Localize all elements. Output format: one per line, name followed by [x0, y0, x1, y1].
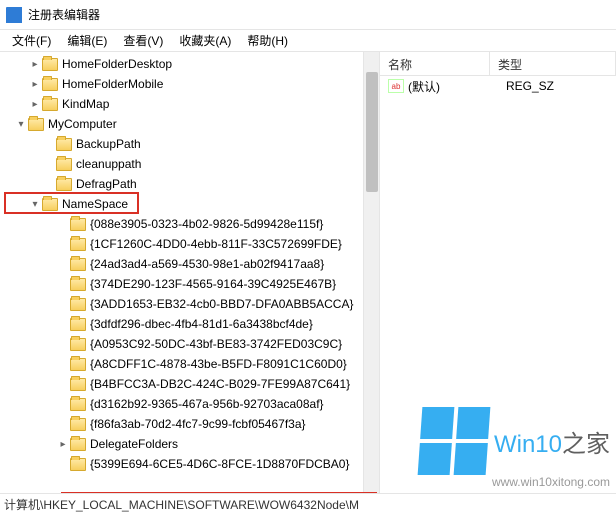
tree-node[interactable]: {374DE290-123F-4565-9164-39C4925E467B} — [0, 274, 379, 294]
watermark-text-big: Win10 — [494, 431, 562, 458]
menu-view[interactable]: 查看(V) — [115, 30, 171, 51]
folder-icon — [70, 418, 86, 431]
windows-logo-icon — [418, 407, 491, 475]
tree-panel[interactable]: ▸ HomeFolderDesktop ▸ HomeFolderMobile ▸ Kind… — [0, 52, 380, 493]
menubar: 文件(F) 编辑(E) 查看(V) 收藏夹(A) 帮助(H) — [0, 30, 616, 52]
tree-node[interactable]: {d3162b92-9365-467a-956b-92703aca08af} — [0, 394, 379, 414]
list-row[interactable]: ab (默认)REG_SZ — [380, 76, 616, 96]
folder-icon — [70, 298, 86, 311]
col-header-type[interactable]: 类型 — [490, 52, 616, 75]
tree-node-label: {24ad3ad4-a569-4530-98e1-ab02f9417aa8} — [90, 257, 324, 271]
tree-node[interactable]: ▸ KindMap — [0, 94, 379, 114]
tree-node[interactable]: {A8CDFF1C-4878-43be-B5FD-F8091C1C60D0} — [0, 354, 379, 374]
status-path: 计算机\HKEY_LOCAL_MACHINE\SOFTWARE\WOW6432N… — [4, 496, 359, 513]
tree-node[interactable]: {1CF1260C-4DD0-4ebb-811F-33C572699FDE} — [0, 234, 379, 254]
tree-node[interactable]: BackupPath — [0, 134, 379, 154]
folder-icon — [70, 458, 86, 471]
tree-node[interactable]: {f86fa3ab-70d2-4fc7-9c99-fcbf05467f3a} — [0, 414, 379, 434]
folder-icon — [42, 58, 58, 71]
tree-node[interactable]: {3ADD1653-EB32-4cb0-BBD7-DFA0ABB5ACCA} — [0, 294, 379, 314]
col-header-name[interactable]: 名称 — [380, 52, 490, 75]
tree-node-label: {d3162b92-9365-467a-956b-92703aca08af} — [90, 397, 324, 411]
menu-file[interactable]: 文件(F) — [4, 30, 59, 51]
tree-node[interactable]: ▾ NameSpace — [0, 194, 379, 214]
tree-node-label: KindMap — [62, 97, 109, 111]
tree-node-label: BackupPath — [76, 137, 141, 151]
tree-node-label: {5399E694-6CE5-4D6C-8FCE-1D8870FDCBA0} — [90, 457, 349, 471]
tree-node-label: {A8CDFF1C-4878-43be-B5FD-F8091C1C60D0} — [90, 357, 347, 371]
tree-scrollbar-thumb[interactable] — [366, 72, 378, 192]
folder-icon — [70, 338, 86, 351]
folder-icon — [56, 138, 72, 151]
chevron-icon[interactable]: ▾ — [14, 119, 28, 130]
chevron-icon[interactable]: ▸ — [28, 59, 42, 70]
folder-icon — [70, 238, 86, 251]
tree-node[interactable]: cleanuppath — [0, 154, 379, 174]
tree-node-label: {3ADD1653-EB32-4cb0-BBD7-DFA0ABB5ACCA} — [90, 297, 353, 311]
tree-node-label: DelegateFolders — [90, 437, 178, 451]
tree-node-label: HomeFolderDesktop — [62, 57, 172, 71]
tree-scrollbar[interactable] — [363, 52, 379, 493]
regedit-icon — [6, 7, 22, 23]
folder-icon — [70, 278, 86, 291]
titlebar: 注册表编辑器 — [0, 0, 616, 30]
statusbar: 计算机\HKEY_LOCAL_MACHINE\SOFTWARE\WOW6432N… — [0, 493, 616, 515]
tree-node-label: {374DE290-123F-4565-9164-39C4925E467B} — [90, 277, 336, 291]
tree-node[interactable]: {24ad3ad4-a569-4530-98e1-ab02f9417aa8} — [0, 254, 379, 274]
menu-edit[interactable]: 编辑(E) — [59, 30, 115, 51]
tree-node[interactable]: DefragPath — [0, 174, 379, 194]
value-type: REG_SZ — [506, 79, 554, 93]
folder-icon — [70, 258, 86, 271]
tree-node-label: {088e3905-0323-4b02-9826-5d99428e115f} — [90, 217, 323, 231]
watermark-url: www.win10xitong.com — [420, 475, 610, 489]
tree-node[interactable]: ▸ HomeFolderDesktop — [0, 54, 379, 74]
folder-icon — [42, 198, 58, 211]
tree-node-label: NameSpace — [62, 197, 128, 211]
tree-node-label: {B4BFCC3A-DB2C-424C-B029-7FE99A87C641} — [90, 377, 350, 391]
tree-node[interactable]: {3dfdf296-dbec-4fb4-81d1-6a3438bcf4de} — [0, 314, 379, 334]
folder-icon — [70, 218, 86, 231]
folder-icon — [28, 118, 44, 131]
tree-node[interactable]: {5399E694-6CE5-4D6C-8FCE-1D8870FDCBA0} — [0, 454, 379, 474]
chevron-icon[interactable]: ▸ — [28, 79, 42, 90]
list-header: 名称 类型 — [380, 52, 616, 76]
tree-node[interactable]: ▸ DelegateFolders — [0, 434, 379, 454]
tree-node-label: cleanuppath — [76, 157, 141, 171]
tree-node[interactable]: {A0953C92-50DC-43bf-BE83-3742FED03C9C} — [0, 334, 379, 354]
chevron-icon[interactable]: ▾ — [28, 199, 42, 210]
tree-node-label: {A0953C92-50DC-43bf-BE83-3742FED03C9C} — [90, 337, 342, 351]
window-title: 注册表编辑器 — [28, 6, 100, 23]
folder-icon — [70, 378, 86, 391]
string-value-icon: ab — [388, 79, 404, 93]
tree-node[interactable]: ▾ MyComputer — [0, 114, 379, 134]
folder-icon — [70, 438, 86, 451]
folder-icon — [70, 318, 86, 331]
tree-node[interactable]: {B4BFCC3A-DB2C-424C-B029-7FE99A87C641} — [0, 374, 379, 394]
tree-node[interactable]: ▸ HomeFolderMobile — [0, 74, 379, 94]
folder-icon — [56, 158, 72, 171]
watermark-text-suffix: 之家 — [562, 431, 610, 458]
tree-node-label: {f86fa3ab-70d2-4fc7-9c99-fcbf05467f3a} — [90, 417, 306, 431]
menu-favorites[interactable]: 收藏夹(A) — [171, 30, 239, 51]
chevron-icon[interactable]: ▸ — [28, 99, 42, 110]
tree-node-label: {3dfdf296-dbec-4fb4-81d1-6a3438bcf4de} — [90, 317, 313, 331]
folder-icon — [70, 358, 86, 371]
folder-icon — [70, 398, 86, 411]
chevron-icon[interactable]: ▸ — [56, 439, 70, 450]
tree-node-label: DefragPath — [76, 177, 137, 191]
tree-node[interactable]: {088e3905-0323-4b02-9826-5d99428e115f} — [0, 214, 379, 234]
highlight-guid-selected — [61, 492, 377, 493]
folder-icon — [42, 78, 58, 91]
folder-icon — [42, 98, 58, 111]
tree-node-label: HomeFolderMobile — [62, 77, 163, 91]
tree-node-label: MyComputer — [48, 117, 117, 131]
watermark: Win10之家 www.win10xitong.com — [420, 407, 610, 489]
tree-node-label: {1CF1260C-4DD0-4ebb-811F-33C572699FDE} — [90, 237, 342, 251]
menu-help[interactable]: 帮助(H) — [239, 30, 296, 51]
folder-icon — [56, 178, 72, 191]
value-name: (默认) — [408, 78, 506, 95]
